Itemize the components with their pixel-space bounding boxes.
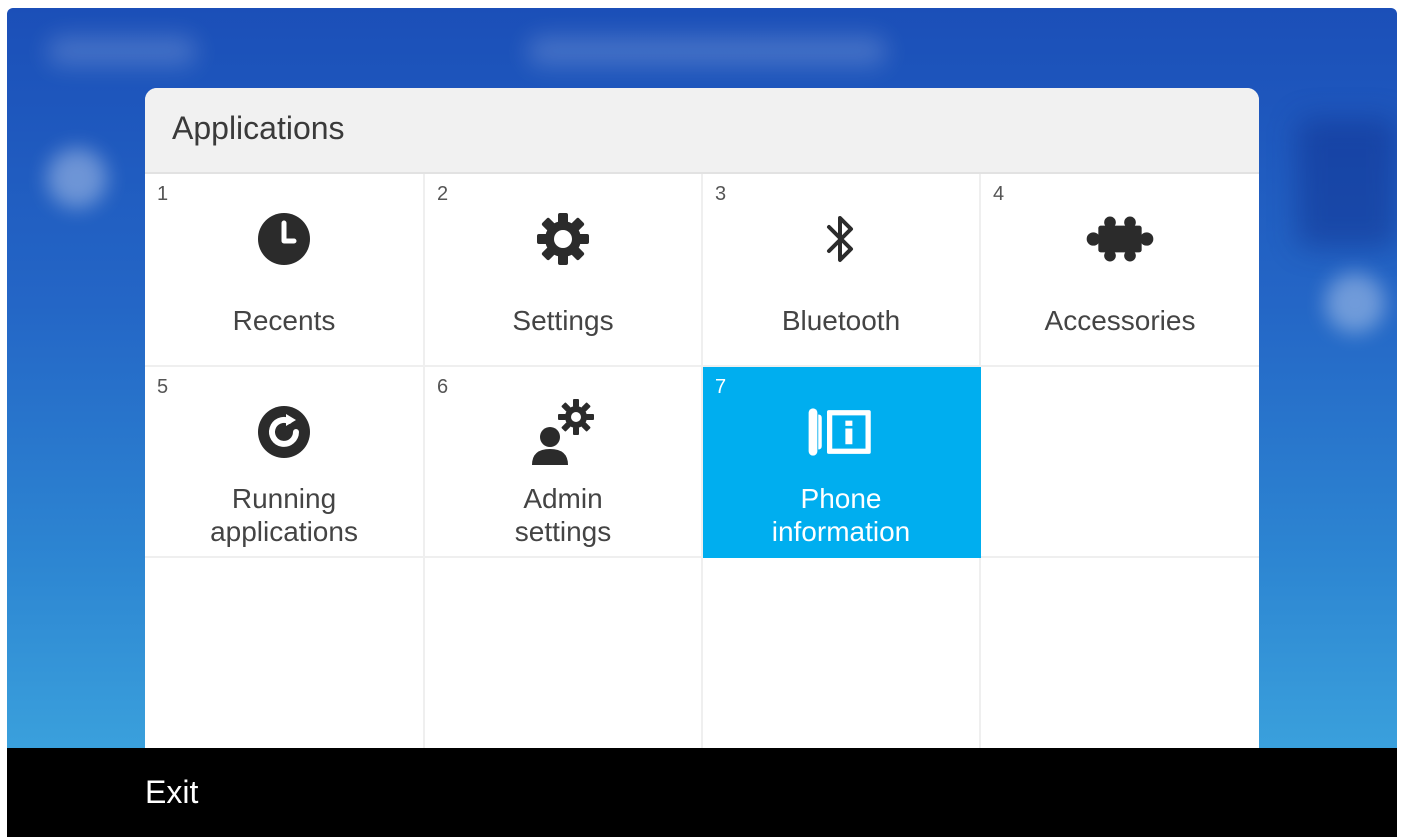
clock-icon — [249, 204, 319, 274]
app-tile-admin-settings[interactable]: 6 Admin settings — [425, 367, 703, 558]
tile-number: 5 — [157, 376, 169, 398]
exit-softkey[interactable]: Exit — [145, 774, 198, 811]
app-tile-settings[interactable]: 2 Settings — [425, 174, 703, 367]
empty-tile — [703, 558, 981, 750]
blurred-status-item — [47, 36, 197, 66]
applications-dialog: Applications 1 Recents 2 Settings 3 Blue… — [145, 88, 1259, 750]
phone-info-icon — [806, 397, 876, 467]
tile-number: 7 — [715, 376, 727, 398]
gear-icon — [528, 204, 598, 274]
tile-label-line1: Admin — [523, 483, 603, 514]
app-tile-accessories[interactable]: 4 Accessories — [981, 174, 1259, 367]
tile-label: Running applications — [145, 482, 423, 548]
empty-tile — [425, 558, 703, 750]
blurred-line-icon — [1325, 273, 1385, 333]
blurred-status-item — [527, 36, 887, 66]
dialog-title: Applications — [172, 110, 345, 146]
app-tile-running-applications[interactable]: 5 Running applications — [145, 367, 425, 558]
app-tile-phone-information[interactable]: 7 Phone information — [703, 367, 981, 558]
tile-label: Recents — [232, 305, 336, 336]
empty-tile — [145, 558, 425, 750]
tile-number: 6 — [437, 376, 449, 398]
running-apps-icon — [249, 397, 319, 467]
admin-settings-icon — [528, 397, 598, 467]
tile-label: Settings — [512, 305, 614, 336]
tile-label-line2: applications — [210, 516, 358, 547]
puzzle-icon — [1085, 204, 1155, 274]
applications-grid: 1 Recents 2 Settings 3 Bluetooth 4 Acces… — [145, 174, 1259, 750]
blurred-line-icon — [47, 148, 107, 208]
tile-label: Phone information — [703, 482, 979, 548]
phone-screen: Applications 1 Recents 2 Settings 3 Blue… — [0, 0, 1404, 837]
dialog-header: Applications — [145, 88, 1259, 174]
tile-label-line1: Phone — [800, 483, 882, 514]
softkey-bar: Exit — [7, 748, 1397, 837]
blurred-side-panel — [1297, 118, 1397, 248]
tile-label: Accessories — [1044, 305, 1196, 336]
tile-label: Bluetooth — [781, 305, 901, 336]
tile-number: 3 — [715, 183, 727, 205]
app-tile-recents[interactable]: 1 Recents — [145, 174, 425, 367]
tile-number: 2 — [437, 183, 449, 205]
tile-number: 4 — [993, 183, 1005, 205]
tile-label-line2: settings — [514, 516, 612, 547]
tile-number: 1 — [157, 183, 169, 205]
bluetooth-icon — [806, 204, 876, 274]
tile-label-line1: Running — [231, 483, 337, 514]
empty-tile — [981, 367, 1259, 558]
app-tile-bluetooth[interactable]: 3 Bluetooth — [703, 174, 981, 367]
empty-tile — [981, 558, 1259, 750]
tile-label: Admin settings — [425, 482, 701, 548]
tile-label-line2: information — [771, 516, 911, 547]
